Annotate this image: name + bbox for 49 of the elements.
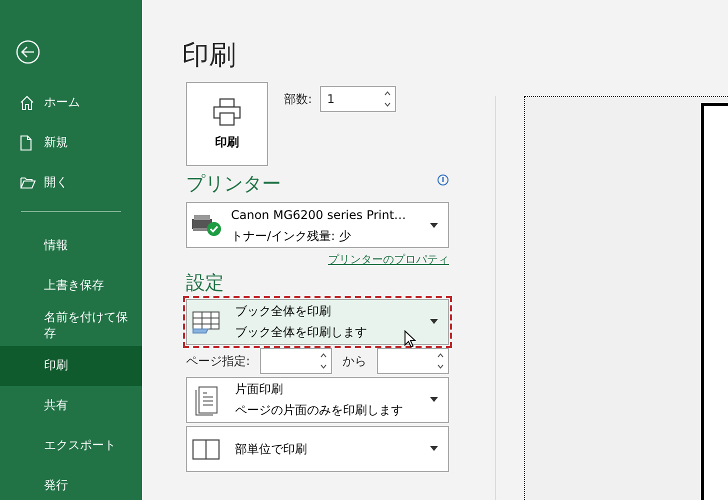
range-separator: から bbox=[342, 352, 367, 370]
ink-status: トナー/インク残量: 少 bbox=[231, 228, 351, 245]
sidebar-item[interactable]: 発行 bbox=[0, 466, 142, 500]
printer-name: Canon MG6200 series Print… bbox=[231, 206, 406, 224]
sidebar-item[interactable]: 情報 bbox=[0, 226, 142, 266]
sidebar-item[interactable]: 印刷 bbox=[0, 346, 142, 386]
copies-field[interactable]: 1 bbox=[320, 86, 396, 112]
spin-arrows-icon[interactable] bbox=[320, 352, 328, 370]
setting-dropdown[interactable]: 片面印刷 ページの片面のみを印刷します bbox=[186, 376, 449, 423]
sidebar-item[interactable]: エクスポート bbox=[0, 426, 142, 466]
folder-icon bbox=[20, 177, 36, 189]
home-icon bbox=[20, 96, 34, 110]
print-button[interactable]: 印刷 bbox=[186, 82, 268, 166]
document-icon bbox=[20, 135, 32, 151]
setting-title: 部単位で印刷 bbox=[235, 440, 307, 458]
printer-dropdown[interactable]: Canon MG6200 series Print… トナー/インク残量: 少 bbox=[186, 202, 449, 248]
spin-arrows-icon[interactable] bbox=[384, 90, 392, 108]
page-title: 印刷 bbox=[182, 40, 237, 72]
setting-dropdown[interactable]: 部単位で印刷 bbox=[186, 426, 449, 472]
two-pages-icon bbox=[191, 438, 221, 460]
page-range-label: ページ指定: bbox=[186, 352, 250, 370]
sidebar-item[interactable]: 新規 bbox=[0, 123, 142, 163]
printer-properties-link[interactable]: プリンターのプロパティ bbox=[328, 252, 449, 269]
dropdown-caret-icon bbox=[430, 446, 438, 452]
dropdown-caret-icon bbox=[430, 397, 438, 402]
setting-description: ページの片面のみを印刷します bbox=[235, 402, 403, 420]
section-heading: 設定 bbox=[186, 272, 225, 295]
mouse-cursor-icon bbox=[404, 330, 416, 348]
section-heading: プリンター bbox=[186, 174, 281, 196]
grid-sheet-icon bbox=[191, 308, 221, 335]
sidebar-item[interactable]: 開く bbox=[0, 163, 142, 203]
dropdown-caret-icon bbox=[430, 222, 438, 228]
setting-title: ブック全体を印刷 bbox=[235, 303, 331, 320]
page-to-field[interactable] bbox=[376, 348, 449, 374]
setting-title: 片面印刷 bbox=[235, 381, 283, 398]
dropdown-caret-icon bbox=[430, 319, 438, 324]
back-icon[interactable] bbox=[16, 40, 40, 64]
sidebar-item[interactable]: 名前を付けて保存 bbox=[0, 306, 142, 346]
page-from-field[interactable] bbox=[260, 348, 332, 374]
printer-ready-icon bbox=[191, 213, 223, 238]
setting-dropdown[interactable]: ブック全体を印刷 ブック全体を印刷します bbox=[186, 298, 449, 345]
sidebar-item[interactable]: ホーム bbox=[0, 83, 142, 123]
setting-description: ブック全体を印刷します bbox=[235, 324, 367, 342]
info-icon[interactable] bbox=[437, 174, 449, 186]
sidebar-item[interactable]: 共有 bbox=[0, 386, 142, 426]
sidebar-item[interactable]: 上書き保存 bbox=[0, 266, 142, 306]
copies-label: 部数: bbox=[284, 91, 312, 108]
printer-icon bbox=[212, 97, 242, 128]
spin-arrows-icon[interactable] bbox=[436, 352, 444, 370]
